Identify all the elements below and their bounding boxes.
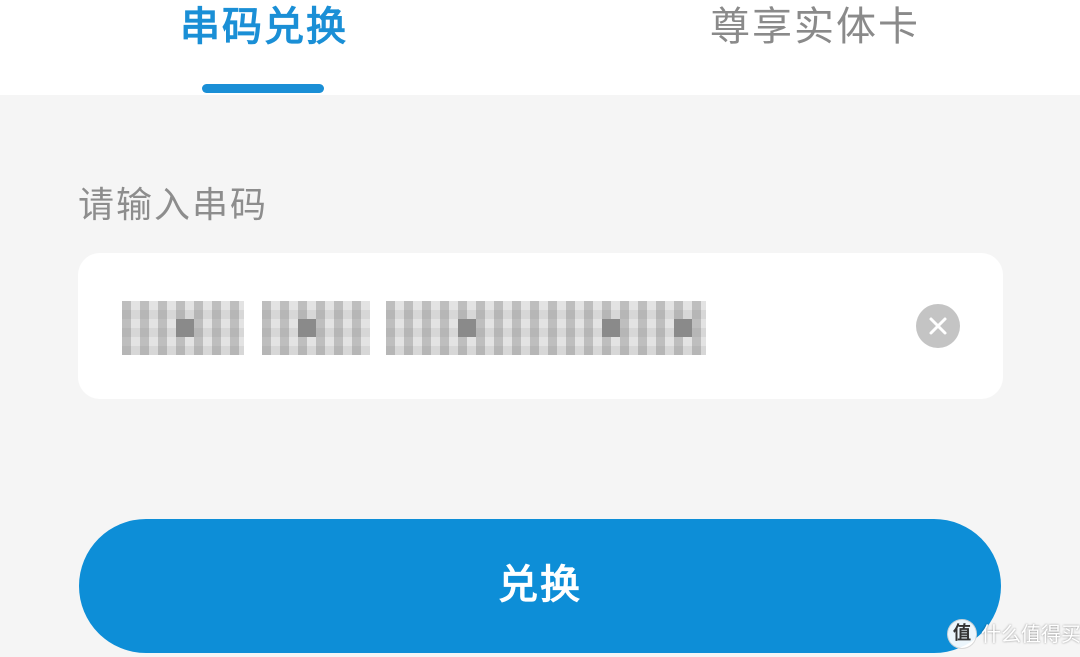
redeem-button[interactable]: 兑换 bbox=[79, 519, 1001, 653]
tab-label-serial-code-redeem: 串码兑换 bbox=[180, 4, 348, 50]
close-icon bbox=[929, 317, 947, 335]
tab-premium-physical-card[interactable]: 尊享实体卡 bbox=[690, 0, 940, 95]
watermark-text: 什么值得买 bbox=[981, 622, 1080, 646]
redeem-button-label: 兑换 bbox=[498, 562, 582, 608]
clear-input-button[interactable] bbox=[916, 304, 960, 348]
tab-bar: 串码兑换 尊享实体卡 bbox=[0, 0, 1080, 95]
tab-serial-code-redeem[interactable]: 串码兑换 bbox=[150, 0, 380, 95]
tab-label-premium-physical-card: 尊享实体卡 bbox=[710, 4, 920, 50]
serial-code-field bbox=[78, 253, 1003, 399]
watermark-logo-text: 值 bbox=[953, 623, 971, 644]
watermark-logo-icon: 值 bbox=[947, 619, 977, 649]
active-tab-indicator bbox=[202, 84, 324, 93]
serial-code-input[interactable] bbox=[120, 300, 740, 354]
serial-code-label: 请输入串码 bbox=[78, 185, 269, 226]
